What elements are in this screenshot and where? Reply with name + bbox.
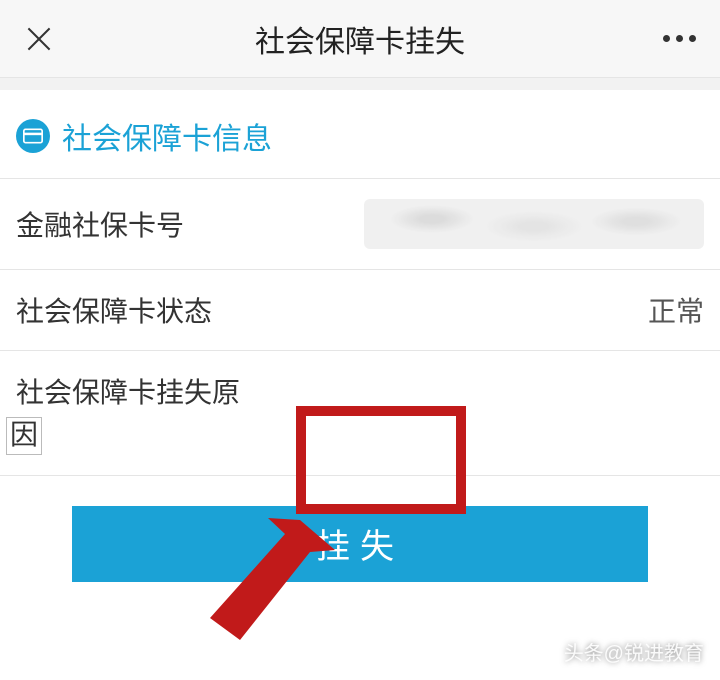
card-number-label: 金融社保卡号	[16, 204, 184, 244]
spacer	[0, 78, 720, 90]
more-icon[interactable]	[663, 35, 696, 42]
row-status: 社会保障卡状态 正常	[0, 270, 720, 351]
row-reason: 社会保障卡挂失原	[0, 351, 720, 411]
watermark-text: 头条@锐进教育	[564, 637, 704, 666]
reason-label-line2-wrap: 因	[0, 411, 720, 476]
card-icon	[16, 119, 50, 153]
status-value: 正常	[648, 290, 704, 330]
section-header: 社会保障卡信息	[0, 90, 720, 179]
page-title: 社会保障卡挂失	[255, 17, 465, 61]
reason-label-line1: 社会保障卡挂失原	[16, 377, 240, 408]
section-title: 社会保障卡信息	[62, 114, 272, 158]
submit-button[interactable]: 挂失	[72, 506, 648, 582]
status-label: 社会保障卡状态	[16, 290, 212, 330]
close-icon[interactable]	[24, 24, 54, 54]
watermark-logo-icon	[536, 641, 558, 663]
reason-label-line2: 因	[6, 417, 42, 455]
row-card-number: 金融社保卡号	[0, 179, 720, 270]
navbar: 社会保障卡挂失	[0, 0, 720, 78]
watermark: 头条@锐进教育	[536, 637, 704, 666]
card-number-value-redacted	[364, 199, 704, 249]
button-area: 挂失	[0, 476, 720, 582]
